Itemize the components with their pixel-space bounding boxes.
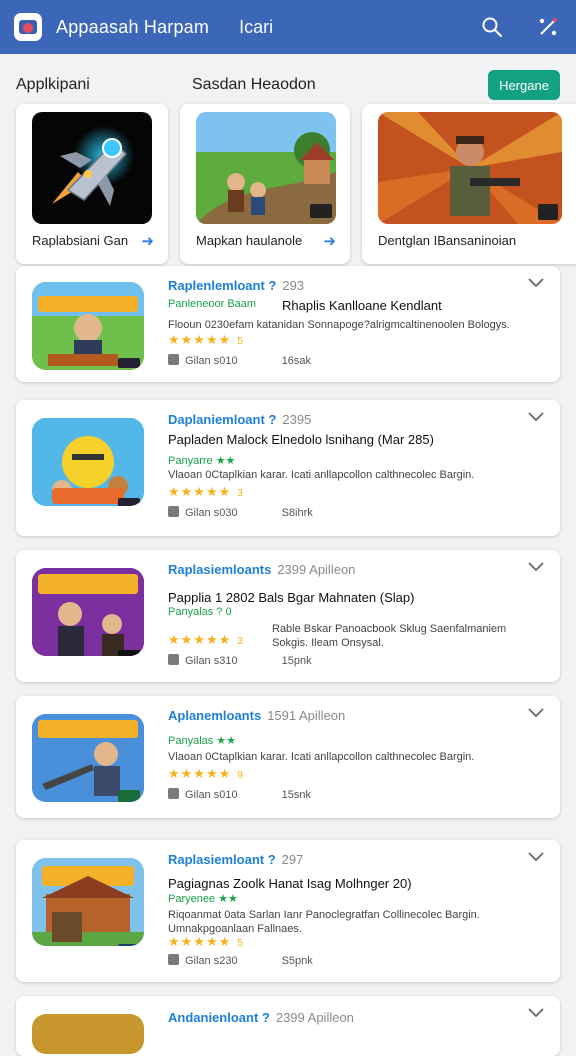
featured-card-2[interactable]: Mapkan haulanole ➜ xyxy=(180,104,350,264)
arrow-right-icon[interactable]: ➜ xyxy=(323,232,336,250)
app-bar: Appaasah Harpam Icari xyxy=(0,0,576,54)
app-meta: Gilan s230 S5pnk xyxy=(168,954,313,967)
app-description: Flooun 0230efam katanidan Sonnapoge?alri… xyxy=(168,319,510,331)
rocket-icon xyxy=(32,112,152,224)
tools-icon[interactable] xyxy=(536,15,560,39)
section-header: Applkipani Sasdan Heaodon Hergane xyxy=(0,54,576,106)
app-tag: Panyalas ★★ xyxy=(168,735,237,747)
chevron-down-icon[interactable] xyxy=(528,412,544,422)
app-name: Papplia 1 2802 Bals Bgar Mahnaten (Slap) xyxy=(168,590,415,605)
app-icon[interactable] xyxy=(32,568,144,656)
publisher-icon xyxy=(168,654,179,665)
arrow-right-icon[interactable]: ➜ xyxy=(141,232,154,250)
app-card[interactable]: Aplanemloants 1591 Apilleon Panyalas ★★ V… xyxy=(16,696,560,818)
app-meta: Gilan s010 15snk xyxy=(168,788,311,801)
app-icon[interactable] xyxy=(32,714,144,802)
rating-stars: ★★★★★ 5 xyxy=(168,332,244,347)
app-card[interactable]: Andanienloant ? 2399 Apilleon xyxy=(16,996,560,1056)
rating-stars: ★★★★★ 9 xyxy=(168,766,244,781)
section-title-left: Applkipani xyxy=(16,76,90,93)
app-title: Appaasah Harpam xyxy=(56,16,210,37)
chevron-down-icon[interactable] xyxy=(528,562,544,572)
chevron-down-icon[interactable] xyxy=(528,852,544,862)
featured-card-label: Dentglan IBansaninoian xyxy=(378,233,517,248)
app-name: Pagiagnas Zoolk Hanat Isag Molhnger 20) xyxy=(168,876,412,891)
section-title-right: Sasdan Heaodon xyxy=(192,76,316,93)
featured-card-3[interactable]: Dentglan IBansaninoian xyxy=(362,104,576,264)
app-name: Rhaplis Kanlloane Kendlant xyxy=(282,298,442,313)
app-icon[interactable] xyxy=(32,418,144,506)
app-title: Raplasiemloant ? 297 xyxy=(168,852,304,867)
app-tag: Panleneoor Baam xyxy=(168,298,257,310)
app-logo-icon[interactable] xyxy=(14,13,42,41)
village-icon xyxy=(196,112,336,224)
app-card[interactable]: Raplasiemloants 2399 Apilleon Papplia 1 2… xyxy=(16,550,560,682)
rating-stars: ★★★★★ 3 xyxy=(168,484,244,499)
app-card[interactable]: Raplasiemloant ? 297 Pagiagnas Zoolk Hana… xyxy=(16,840,560,982)
app-title: Andanienloant ? 2399 Apilleon xyxy=(168,1010,354,1025)
publisher-icon xyxy=(168,354,179,365)
featured-card-1[interactable]: Raplabsiani Gan ➜ xyxy=(16,104,168,264)
app-title: Raplenlemloant ? 293 xyxy=(168,278,305,293)
app-meta: Gilan s010 16sak xyxy=(168,354,311,367)
featured-card-label: Mapkan haulanole xyxy=(196,233,303,248)
rating-stars: ★★★★★ 5 xyxy=(168,934,244,949)
app-meta: Gilan s030 S8ihrk xyxy=(168,506,313,519)
app-title: Aplanemloants 1591 Apilleon xyxy=(168,708,346,723)
chevron-down-icon[interactable] xyxy=(528,1008,544,1018)
publisher-icon xyxy=(168,506,179,517)
app-meta: Gilan s310 15pnk xyxy=(168,654,312,667)
app-tag: Panyarre ★★ xyxy=(168,455,236,467)
app-card[interactable]: Daplaniemloant ? 2395 Papladen Malock Eln… xyxy=(16,400,560,536)
publisher-icon xyxy=(168,788,179,799)
app-icon[interactable] xyxy=(32,858,144,946)
app-tag: Paryenee ★★ xyxy=(168,893,238,905)
app-description: Rable Bskar Panoacbook Sklug Saenfalmani… xyxy=(272,623,507,649)
featured-card-label: Raplabsiani Gan xyxy=(32,233,129,248)
rating-stars: ★★★★★ 3 xyxy=(168,632,244,647)
app-description: Vlaoan 0Ctaplkian karar. Icati anllapcol… xyxy=(168,469,475,481)
app-description: Riqoanmat 0ata Sarlan Ianr Panoclegratfa… xyxy=(168,909,480,935)
soldier-icon xyxy=(378,112,562,224)
publisher-icon xyxy=(168,954,179,965)
app-title: Daplaniemloant ? 2395 xyxy=(168,412,312,427)
app-name: Papladen Malock Elnedolo lsnihang (Mar 2… xyxy=(168,432,434,447)
app-title: Raplasiemloants 2399 Apilleon xyxy=(168,562,356,577)
chevron-down-icon[interactable] xyxy=(528,278,544,288)
app-subtitle: Icari xyxy=(239,16,274,37)
app-icon[interactable] xyxy=(32,1014,144,1054)
chevron-down-icon[interactable] xyxy=(528,708,544,718)
app-description: Vlaoan 0Ctaplkian karar. Icati anllapcol… xyxy=(168,751,475,763)
app-card[interactable]: Raplenlemloant ? 293 Panleneoor Baam Rhap… xyxy=(16,266,560,382)
app-icon[interactable] xyxy=(32,282,144,370)
app-tag: Panyalas ? 0 xyxy=(168,606,232,618)
section-action-button[interactable]: Hergane xyxy=(488,70,560,100)
search-icon[interactable] xyxy=(480,15,504,39)
